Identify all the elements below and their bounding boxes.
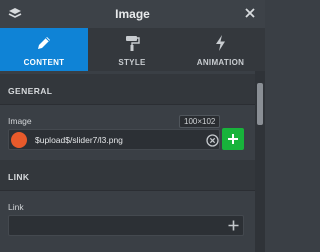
tab-label: STYLE	[118, 58, 146, 67]
tab-label: ANIMATION	[196, 58, 245, 67]
plus-icon	[228, 134, 238, 144]
image-size-badge: 100×102	[179, 115, 221, 128]
plus-icon[interactable]	[227, 219, 240, 232]
pencil-icon	[38, 37, 50, 49]
image-label: Image	[8, 116, 32, 126]
tab-bar: CONTENT STYLE ANIMATION	[0, 28, 265, 71]
link-input[interactable]	[8, 215, 244, 236]
clear-icon[interactable]	[206, 134, 219, 147]
lightning-icon	[215, 35, 225, 51]
section-general-header[interactable]: GENERAL	[0, 74, 255, 105]
panel-title: Image	[115, 7, 150, 21]
settings-content: GENERAL Image 100×102 $upload$/slider7/l…	[0, 71, 255, 252]
scrollbar[interactable]	[255, 71, 265, 252]
paint-roller-icon	[126, 36, 140, 51]
link-label: Link	[8, 202, 24, 212]
panel-header: Image	[0, 0, 265, 28]
section-general-title: GENERAL	[8, 86, 53, 96]
section-link-title: LINK	[8, 172, 30, 182]
image-field[interactable]: $upload$/slider7/l3.png	[8, 129, 220, 150]
image-path: $upload$/slider7/l3.png	[35, 135, 123, 145]
tab-content[interactable]: CONTENT	[0, 28, 88, 71]
scrollbar-thumb[interactable]	[257, 83, 263, 125]
tab-animation[interactable]: ANIMATION	[176, 28, 265, 71]
section-link-header[interactable]: LINK	[0, 160, 255, 191]
tab-label: CONTENT	[23, 58, 65, 67]
tab-style[interactable]: STYLE	[88, 28, 176, 71]
image-thumbnail	[11, 132, 27, 148]
add-image-button[interactable]	[222, 128, 244, 150]
close-icon[interactable]	[243, 6, 257, 20]
